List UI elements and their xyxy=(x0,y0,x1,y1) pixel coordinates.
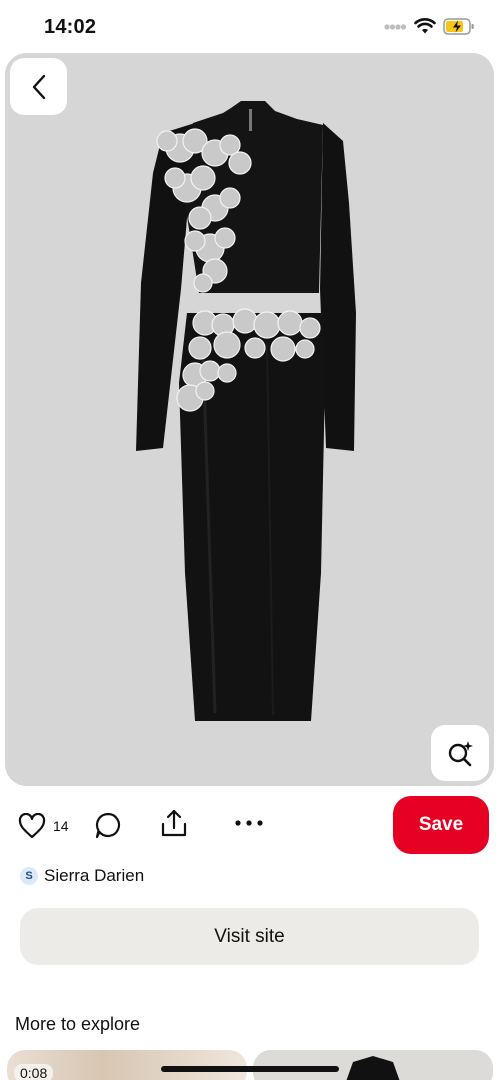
status-time: 14:02 xyxy=(44,16,97,38)
source-name[interactable]: Sierra Darien xyxy=(44,866,144,886)
more-icon[interactable] xyxy=(234,819,264,827)
pin-image-card[interactable] xyxy=(5,53,494,786)
comment-icon[interactable] xyxy=(94,811,122,839)
explore-pin-thumbnail[interactable] xyxy=(253,1050,493,1080)
more-to-explore-heading: More to explore xyxy=(15,1014,141,1034)
pin-image[interactable] xyxy=(5,53,494,786)
share-icon[interactable] xyxy=(160,808,188,838)
status-bar: 14:02 xyxy=(0,0,499,54)
heart-icon[interactable] xyxy=(18,813,46,839)
visual-search-button[interactable] xyxy=(431,725,489,781)
visual-search-icon xyxy=(448,741,473,767)
pin-action-row: 14 Save xyxy=(0,796,499,856)
back-button[interactable] xyxy=(10,58,67,115)
save-button[interactable]: Save xyxy=(393,796,489,854)
wifi-icon xyxy=(414,18,436,34)
home-indicator xyxy=(161,1066,339,1072)
cellular-dots-icon xyxy=(384,24,406,30)
source-avatar: S xyxy=(20,867,38,885)
pin-source[interactable]: S Sierra Darien xyxy=(20,865,144,887)
video-duration-badge: 0:08 xyxy=(14,1064,54,1080)
explore-pin-image xyxy=(253,1050,493,1080)
visit-site-button[interactable]: Visit site xyxy=(20,908,479,965)
chevron-left-icon xyxy=(32,74,45,99)
like-count: 14 xyxy=(53,818,69,834)
battery-charging-icon xyxy=(443,18,474,35)
